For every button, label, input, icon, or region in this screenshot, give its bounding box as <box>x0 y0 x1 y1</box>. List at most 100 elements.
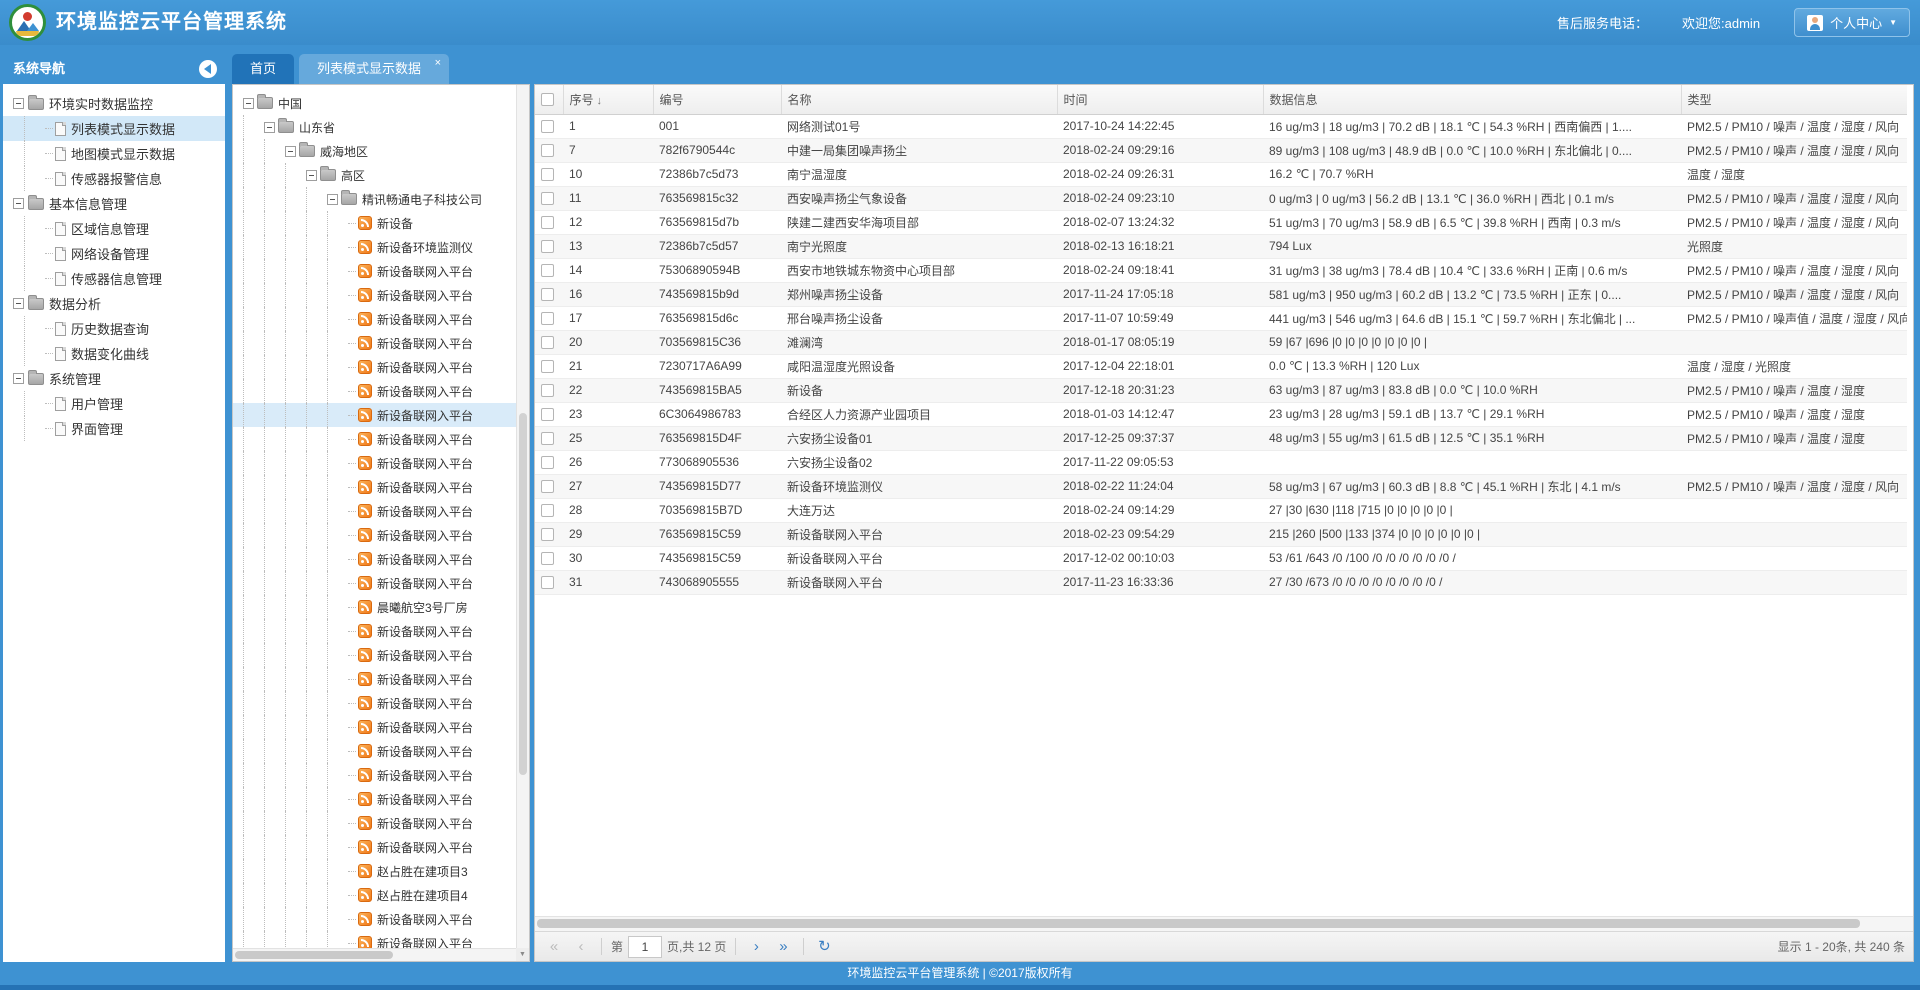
row-checkbox[interactable] <box>541 360 554 373</box>
row-checkbox[interactable] <box>541 120 554 133</box>
sidebar-item[interactable]: 地图模式显示数据 <box>3 141 225 166</box>
row-checkbox[interactable] <box>541 480 554 493</box>
h-scrollbar-thumb[interactable] <box>235 951 393 959</box>
column-header-type[interactable]: 类型 <box>1681 85 1907 114</box>
device-tree-leaf[interactable]: 新设备环境监测仪 <box>233 235 516 259</box>
row-checkbox[interactable] <box>541 288 554 301</box>
device-tree-leaf[interactable]: 新设备联网入平台 <box>233 475 516 499</box>
device-tree-folder[interactable]: 威海地区 <box>233 139 516 163</box>
row-checkbox[interactable] <box>541 144 554 157</box>
table-row[interactable]: 11763569815c32西安噪声扬尘气象设备2018-02-24 09:23… <box>535 186 1907 210</box>
column-header-name[interactable]: 名称 <box>781 85 1057 114</box>
expander-icon[interactable] <box>13 373 24 384</box>
expander-icon[interactable] <box>306 170 317 181</box>
row-checkbox[interactable] <box>541 384 554 397</box>
device-tree-leaf[interactable]: 新设备联网入平台 <box>233 835 516 859</box>
device-tree-leaf[interactable]: 新设备联网入平台 <box>233 283 516 307</box>
table-row[interactable]: 26773068905536六安扬尘设备022017-11-22 09:05:5… <box>535 450 1907 474</box>
pagination-first-button[interactable]: « <box>543 937 565 957</box>
row-checkbox[interactable] <box>541 408 554 421</box>
device-tree-leaf[interactable]: 新设备联网入平台 <box>233 403 516 427</box>
device-tree-leaf[interactable]: 新设备联网入平台 <box>233 451 516 475</box>
row-checkbox[interactable] <box>541 264 554 277</box>
pagination-next-button[interactable]: › <box>745 937 767 957</box>
tab-list-mode-data[interactable]: 列表模式显示数据 × <box>299 54 449 84</box>
row-checkbox[interactable] <box>541 528 554 541</box>
table-row[interactable]: 16743569815b9d郑州噪声扬尘设备2017-11-24 17:05:1… <box>535 282 1907 306</box>
expander-icon[interactable] <box>243 98 254 109</box>
device-tree-leaf[interactable]: 新设备联网入平台 <box>233 259 516 283</box>
table-row[interactable]: 236C3064986783合经区人力资源产业园项目2018-01-03 14:… <box>535 402 1907 426</box>
table-row[interactable]: 25763569815D4F六安扬尘设备012017-12-25 09:37:3… <box>535 426 1907 450</box>
column-header-code[interactable]: 编号 <box>653 85 781 114</box>
refresh-button[interactable]: ↻ <box>813 937 835 957</box>
sidebar-item[interactable]: 数据变化曲线 <box>3 341 225 366</box>
expander-icon[interactable] <box>13 98 24 109</box>
row-checkbox[interactable] <box>541 336 554 349</box>
table-row[interactable]: 20703569815C36滩澜湾2018-01-17 08:05:1959 |… <box>535 330 1907 354</box>
row-checkbox[interactable] <box>541 216 554 229</box>
sidebar-item[interactable]: 传感器报警信息 <box>3 166 225 191</box>
device-tree-folder[interactable]: 精讯畅通电子科技公司 <box>233 187 516 211</box>
device-tree-leaf[interactable]: 新设备联网入平台 <box>233 931 516 948</box>
device-tree-leaf[interactable]: 新设备 <box>233 211 516 235</box>
device-tree-leaf[interactable]: 晨曦航空3号厂房 <box>233 595 516 619</box>
sidebar-item[interactable]: 用户管理 <box>3 391 225 416</box>
sidebar-item[interactable]: 传感器信息管理 <box>3 266 225 291</box>
table-row[interactable]: 29763569815C59新设备联网入平台2018-02-23 09:54:2… <box>535 522 1907 546</box>
expander-icon[interactable] <box>13 198 24 209</box>
expander-icon[interactable] <box>327 194 338 205</box>
row-checkbox[interactable] <box>541 312 554 325</box>
table-row[interactable]: 1372386b7c5d57南宁光照度2018-02-13 16:18:2179… <box>535 234 1907 258</box>
device-tree-folder[interactable]: 高区 <box>233 163 516 187</box>
row-checkbox[interactable] <box>541 552 554 565</box>
device-tree-vertical-scrollbar[interactable] <box>516 85 529 948</box>
table-row[interactable]: 31743068905555新设备联网入平台2017-11-23 16:33:3… <box>535 570 1907 594</box>
sidebar-item[interactable]: 界面管理 <box>3 416 225 441</box>
row-checkbox[interactable] <box>541 192 554 205</box>
device-tree-leaf[interactable]: 赵占胜在建项目3 <box>233 859 516 883</box>
scrollbar-corner-icon[interactable]: ▼ <box>516 948 529 961</box>
row-checkbox[interactable] <box>541 456 554 469</box>
expander-icon[interactable] <box>264 122 275 133</box>
sidebar-folder-item[interactable]: 环境实时数据监控 <box>3 91 225 116</box>
table-row[interactable]: 7782f6790544c中建一局集团噪声扬尘2018-02-24 09:29:… <box>535 138 1907 162</box>
table-row[interactable]: 1475306890594B西安市地铁城东物资中心项目部2018-02-24 0… <box>535 258 1907 282</box>
device-tree-leaf[interactable]: 新设备联网入平台 <box>233 427 516 451</box>
pagination-prev-button[interactable]: ‹ <box>570 937 592 957</box>
device-tree-folder[interactable]: 山东省 <box>233 115 516 139</box>
table-row[interactable]: 22743569815BA5新设备2017-12-18 20:31:2363 u… <box>535 378 1907 402</box>
page-number-input[interactable] <box>628 936 662 958</box>
device-tree-leaf[interactable]: 新设备联网入平台 <box>233 523 516 547</box>
device-tree-leaf[interactable]: 新设备联网入平台 <box>233 763 516 787</box>
expander-icon[interactable] <box>285 146 296 157</box>
device-tree-leaf[interactable]: 新设备联网入平台 <box>233 787 516 811</box>
tab-home[interactable]: 首页 <box>232 54 294 84</box>
select-all-checkbox[interactable] <box>541 93 554 106</box>
device-tree-leaf[interactable]: 新设备联网入平台 <box>233 667 516 691</box>
device-tree-folder[interactable]: 中国 <box>233 91 516 115</box>
v-scrollbar-thumb[interactable] <box>519 413 527 775</box>
sidebar-item[interactable]: 历史数据查询 <box>3 316 225 341</box>
grid-h-scrollbar-thumb[interactable] <box>537 919 1860 928</box>
sidebar-folder-item[interactable]: 系统管理 <box>3 366 225 391</box>
grid-horizontal-scrollbar[interactable] <box>535 916 1913 931</box>
table-row[interactable]: 1001网络测试01号2017-10-24 14:22:4516 ug/m3 |… <box>535 114 1907 138</box>
row-checkbox[interactable] <box>541 504 554 517</box>
device-tree-leaf[interactable]: 新设备联网入平台 <box>233 571 516 595</box>
device-tree-leaf[interactable]: 新设备联网入平台 <box>233 355 516 379</box>
device-tree-leaf[interactable]: 新设备联网入平台 <box>233 715 516 739</box>
device-tree-leaf[interactable]: 新设备联网入平台 <box>233 331 516 355</box>
sidebar-item[interactable]: 网络设备管理 <box>3 241 225 266</box>
table-row[interactable]: 27743569815D77新设备环境监测仪2018-02-22 11:24:0… <box>535 474 1907 498</box>
table-row[interactable]: 12763569815d7b陕建二建西安华海项目部2018-02-07 13:2… <box>535 210 1907 234</box>
tab-close-icon[interactable]: × <box>435 56 441 70</box>
column-header-time[interactable]: 时间 <box>1057 85 1263 114</box>
sidebar-item[interactable]: 区域信息管理 <box>3 216 225 241</box>
device-tree-leaf[interactable]: 新设备联网入平台 <box>233 643 516 667</box>
device-tree-leaf[interactable]: 赵占胜在建项目4 <box>233 883 516 907</box>
pagination-last-button[interactable]: » <box>772 937 794 957</box>
device-tree-leaf[interactable]: 新设备联网入平台 <box>233 499 516 523</box>
row-checkbox[interactable] <box>541 576 554 589</box>
device-tree-leaf[interactable]: 新设备联网入平台 <box>233 907 516 931</box>
